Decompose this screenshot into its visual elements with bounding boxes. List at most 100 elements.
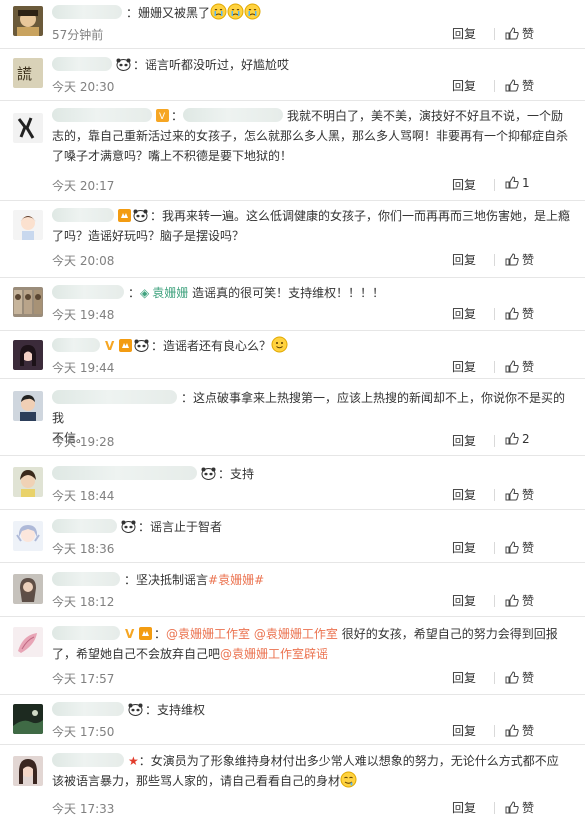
- comment-actions: 回复 1: [452, 176, 572, 194]
- mention-link[interactable]: 袁姗姗: [152, 286, 188, 300]
- thumbs-up-icon: [505, 801, 519, 814]
- reply-button[interactable]: 回复: [452, 251, 476, 268]
- username[interactable]: [52, 702, 124, 716]
- like-button[interactable]: 赞: [505, 251, 534, 268]
- reply-button[interactable]: 回复: [452, 25, 476, 42]
- comment-item: V ：@袁姗姗工作室 @袁姗姗工作室 很好的女孩，希望自己的努力会得到回报 了，希…: [0, 617, 585, 695]
- comment-item: ★：女演员为了形象维持身材付出多少常人难以想象的努力，无论什么方式都不应 该被语…: [0, 745, 585, 825]
- like-count: 2: [522, 432, 530, 446]
- thumbs-up-icon: [505, 79, 519, 92]
- comment-item: ：支持 今天 18:44 回复 赞: [0, 456, 585, 510]
- like-button[interactable]: 赞: [505, 305, 534, 322]
- username[interactable]: [52, 519, 117, 533]
- username[interactable]: [52, 108, 152, 122]
- reply-button[interactable]: 回复: [452, 722, 476, 739]
- comment-body: V ：造谣者还有良心么？: [52, 336, 572, 356]
- mention-link[interactable]: @袁姗姗工作室: [254, 627, 338, 641]
- comment-text: 支持维权: [157, 703, 206, 717]
- username[interactable]: [52, 753, 124, 767]
- verified-v-icon: V: [125, 627, 135, 640]
- avatar[interactable]: [13, 340, 43, 370]
- avatar[interactable]: [13, 391, 43, 421]
- comment-item: ：姗姗又被黑了 57分钟前 回复 赞: [0, 0, 585, 49]
- comment-text: 姗姗又被黑了: [138, 6, 211, 20]
- reply-button[interactable]: 回复: [452, 486, 476, 503]
- thumbs-up-icon: [505, 432, 519, 445]
- hashtag-link[interactable]: #袁姗姗#: [208, 573, 264, 587]
- username[interactable]: [52, 572, 120, 586]
- reply-button[interactable]: 回复: [452, 539, 476, 556]
- username[interactable]: [52, 338, 100, 352]
- like-count: 赞: [522, 724, 535, 738]
- like-button[interactable]: 1: [505, 176, 530, 190]
- timestamp: 今天 19:28: [52, 435, 115, 449]
- comment-body: ：谣言听都没听过，好尴尬哎: [52, 55, 572, 75]
- thumbs-up-icon: [505, 360, 519, 373]
- like-button[interactable]: 赞: [505, 592, 534, 609]
- thumbs-up-icon: [505, 541, 519, 554]
- reply-button[interactable]: 回复: [452, 77, 476, 94]
- username[interactable]: [52, 57, 112, 71]
- like-button[interactable]: 赞: [505, 799, 534, 816]
- reply-button[interactable]: 回复: [452, 592, 476, 609]
- mention-link[interactable]: @袁姗姗工作室辟谣: [220, 647, 328, 661]
- divider: [494, 435, 495, 447]
- comment-body: V ：@袁姗姗工作室 @袁姗姗工作室 很好的女孩，希望自己的努力会得到回报 了，希…: [52, 626, 558, 661]
- username[interactable]: [52, 285, 124, 299]
- comment-text-line1: 女演员为了形象维持身材付出多少常人难以想象的努力，无论什么方式都不应: [150, 754, 559, 768]
- avatar[interactable]: [13, 574, 43, 604]
- comment-text: 造谣者还有良心么？: [163, 339, 272, 353]
- username[interactable]: [52, 208, 114, 222]
- timestamp: 今天 19:48: [52, 308, 115, 322]
- reply-button[interactable]: 回复: [452, 432, 476, 449]
- avatar[interactable]: 謊: [13, 58, 43, 88]
- comment-body: ★：女演员为了形象维持身材付出多少常人难以想象的努力，无论什么方式都不应 该被语…: [52, 753, 559, 788]
- like-button[interactable]: 赞: [505, 25, 534, 42]
- avatar[interactable]: [13, 756, 43, 786]
- avatar[interactable]: [13, 287, 43, 317]
- timestamp: 今天 17:50: [52, 725, 115, 739]
- verified-badge-icon: V: [156, 109, 169, 122]
- avatar[interactable]: [13, 113, 43, 143]
- avatar[interactable]: [13, 521, 43, 551]
- reply-button[interactable]: 回复: [452, 305, 476, 322]
- avatar[interactable]: [13, 627, 43, 657]
- mention-link[interactable]: @袁姗姗工作室: [166, 627, 250, 641]
- reply-to-username[interactable]: [183, 108, 284, 122]
- reply-button[interactable]: 回复: [452, 176, 476, 193]
- reply-button[interactable]: 回复: [452, 358, 476, 375]
- like-button[interactable]: 赞: [505, 358, 534, 375]
- svg-text:V: V: [105, 339, 115, 352]
- username[interactable]: [52, 390, 177, 404]
- reply-button[interactable]: 回复: [452, 799, 476, 816]
- comment-text-line2: 志的，靠自己重新活过来的女孩子，怎么就那么多人黑，那么多人骂啊！非要再有一个抑郁…: [52, 129, 569, 143]
- username[interactable]: [52, 5, 122, 19]
- like-count: 1: [522, 176, 530, 190]
- comment-actions: 回复 2: [452, 432, 572, 450]
- thumbs-up-icon: [505, 671, 519, 684]
- like-button[interactable]: 赞: [505, 722, 534, 739]
- like-button[interactable]: 2: [505, 432, 530, 446]
- avatar[interactable]: [13, 467, 43, 497]
- avatar[interactable]: [13, 6, 43, 36]
- reply-button[interactable]: 回复: [452, 669, 476, 686]
- comment-item: ：这点破事拿来上热搜第一，应该上热搜的新闻却不上，你说你不是买的我 不信。 今天…: [0, 379, 585, 456]
- like-button[interactable]: 赞: [505, 669, 534, 686]
- divider: [494, 28, 495, 40]
- comment-text: 谣言听都没听过，好尴尬哎: [145, 58, 290, 72]
- username[interactable]: [52, 626, 120, 640]
- like-button[interactable]: 赞: [505, 486, 534, 503]
- comment-body: ：支持维权: [52, 700, 572, 720]
- like-button[interactable]: 赞: [505, 539, 534, 556]
- like-count: 赞: [522, 594, 535, 608]
- crying-emoji-icon: [244, 3, 261, 20]
- avatar[interactable]: [13, 210, 43, 240]
- thumbs-up-icon: [505, 253, 519, 266]
- comment-item: ：坚决抵制谣言#袁姗姗# 今天 18:12 回复 赞: [0, 563, 585, 617]
- divider: [494, 179, 495, 191]
- username[interactable]: [52, 466, 197, 480]
- avatar[interactable]: [13, 704, 43, 734]
- thumbs-up-icon: [505, 307, 519, 320]
- divider: [494, 542, 495, 554]
- like-button[interactable]: 赞: [505, 77, 534, 94]
